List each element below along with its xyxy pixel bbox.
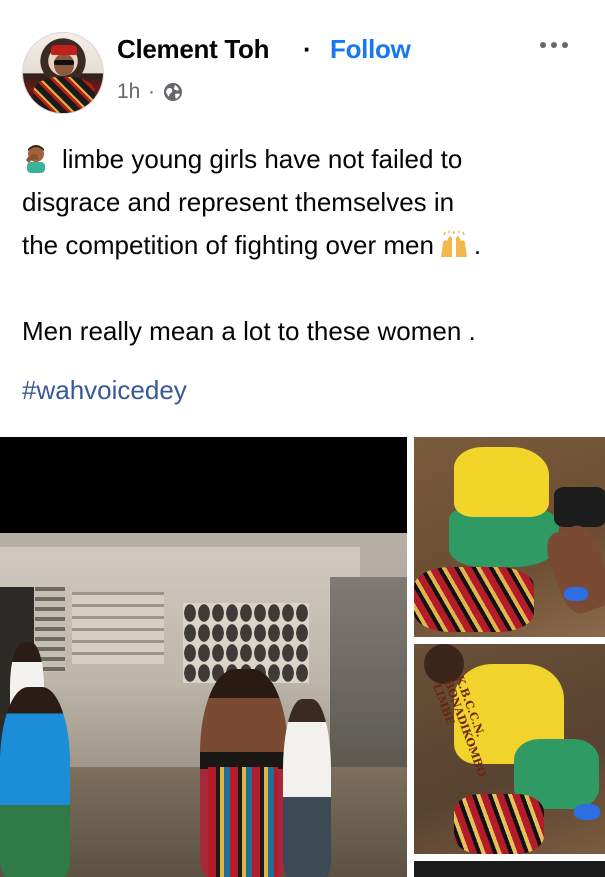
photo-3[interactable]: K.B.C.C.N. BONADIKOMBO LIMBE <box>414 644 605 854</box>
post-text-line-1: limbe young girls have not failed to <box>62 144 463 174</box>
yellow-shirt <box>454 447 549 517</box>
more-dot <box>540 42 546 48</box>
man-facepalming-emoji-icon <box>26 145 45 173</box>
blue-shoe <box>574 804 600 820</box>
person-white-shirt <box>283 699 331 877</box>
more-options-icon[interactable] <box>540 38 574 52</box>
globe-icon[interactable] <box>163 82 183 102</box>
post-timestamp[interactable]: 1h <box>117 80 140 104</box>
follow-button[interactable]: Follow <box>330 34 411 65</box>
window-louvers <box>72 592 164 664</box>
post-header: Clement Toh · Follow 1h · <box>0 0 605 120</box>
post-text-line-3: the competition of fighting over men <box>22 230 434 260</box>
raising-hands-emoji-icon <box>440 231 467 257</box>
photo-1[interactable] <box>0 437 407 877</box>
avatar-robe <box>33 77 95 113</box>
post-text-period: . <box>473 230 482 260</box>
patterned-wrapper <box>454 794 544 854</box>
patterned-wrapper <box>208 767 278 877</box>
building-side <box>330 577 407 777</box>
more-dot <box>551 42 557 48</box>
black-bag <box>554 487 605 527</box>
avatar-sunglasses <box>54 60 74 65</box>
post-line: disgrace and represent themselves in <box>22 181 592 224</box>
post-body-text: limbe young girls have not failed to dis… <box>22 138 592 353</box>
name-separator: · <box>303 34 312 64</box>
post-text-line-2: disgrace and represent themselves in <box>22 187 455 217</box>
photo-grid: K.B.C.C.N. BONADIKOMBO LIMBE <box>0 437 605 877</box>
post-line: Men really mean a lot to these women . <box>22 310 592 353</box>
video-letterbox <box>0 437 407 533</box>
patterned-wrapper <box>414 567 534 632</box>
timestamp-separator: · <box>148 80 155 103</box>
author-avatar[interactable] <box>22 32 104 114</box>
photo-2[interactable] <box>414 437 605 637</box>
post-text-line-4: Men really mean a lot to these women . <box>22 316 476 346</box>
photo-4-preview[interactable] <box>414 861 605 877</box>
avatar-face <box>54 54 74 76</box>
post-line: the competition of fighting over men . <box>22 224 592 267</box>
more-dot <box>562 42 568 48</box>
post-line: limbe young girls have not failed to <box>22 138 592 181</box>
person-blue-shirt <box>0 687 70 877</box>
leg <box>540 521 605 618</box>
avatar-cap <box>51 45 77 55</box>
blue-shoe <box>564 587 588 601</box>
author-name[interactable]: Clement Toh <box>117 34 270 65</box>
hashtag-link[interactable]: #wahvoicedey <box>22 375 187 406</box>
